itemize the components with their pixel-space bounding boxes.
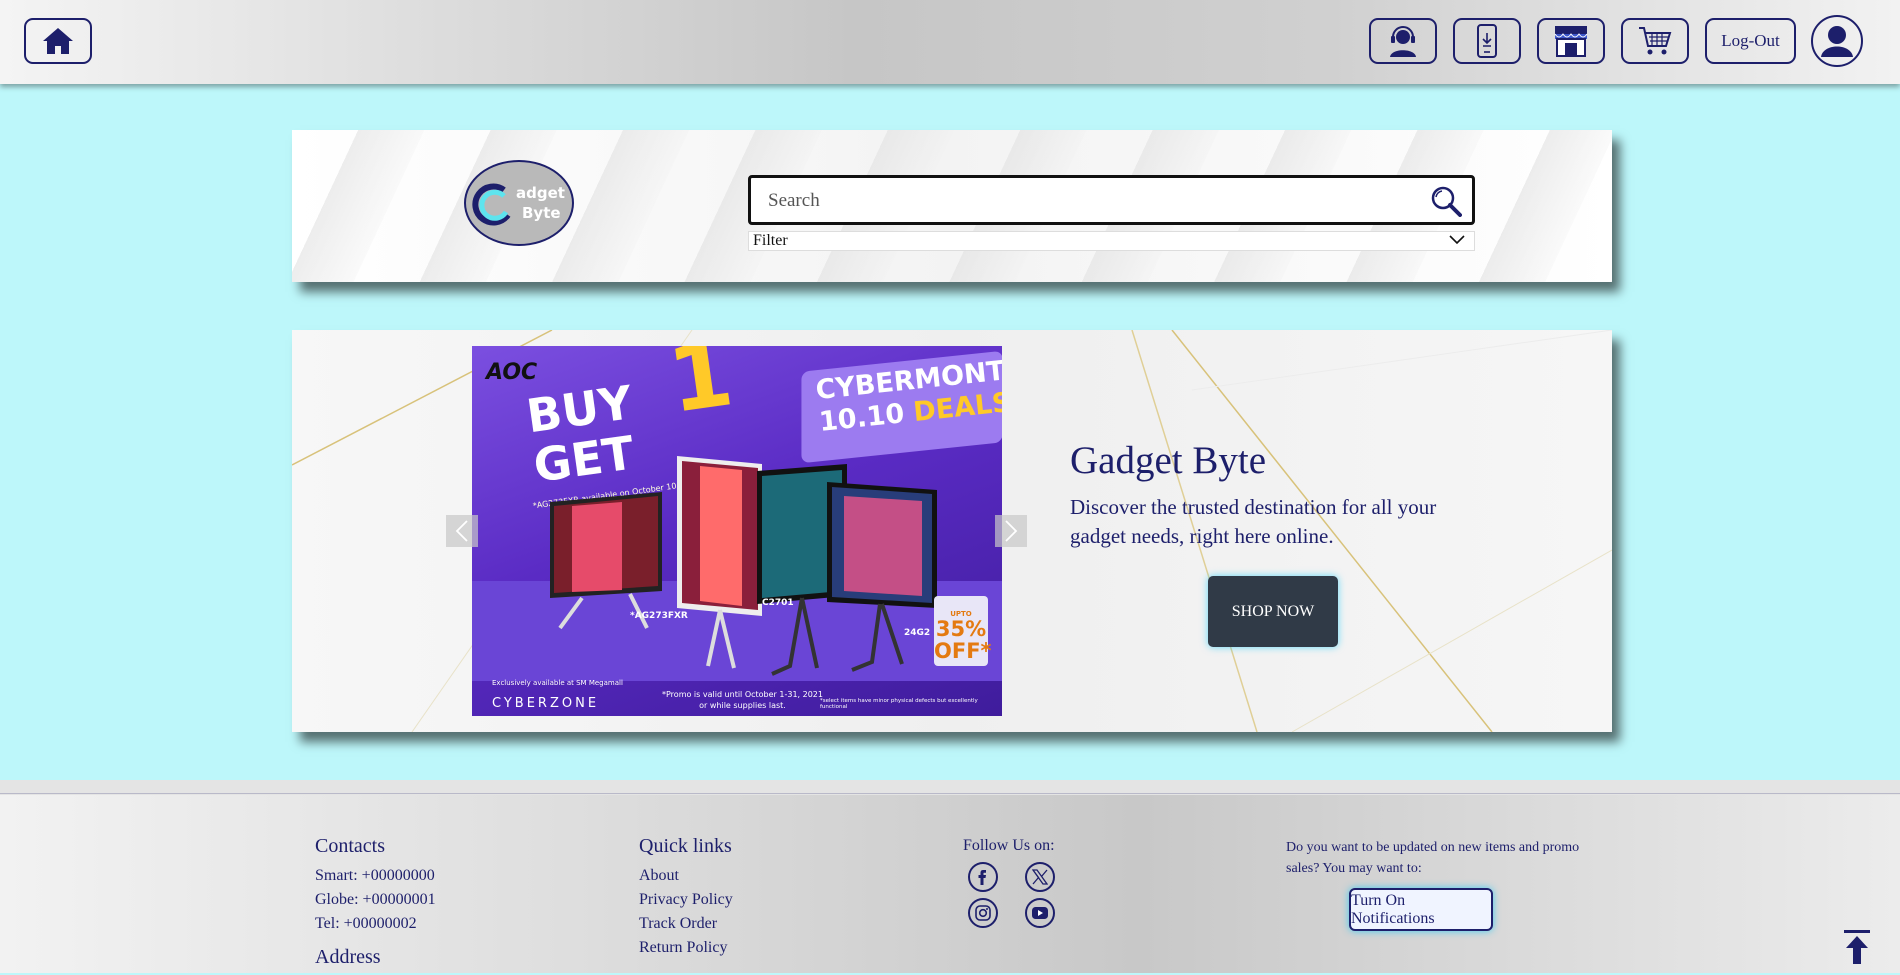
- contact-tel: Tel: +00000002: [315, 915, 417, 932]
- home-button[interactable]: [24, 18, 92, 64]
- chevron-down-icon: [1449, 235, 1465, 245]
- model-label-24g2: 24G2: [904, 628, 931, 638]
- footer-quick-links: Quick links About Privacy Policy Track O…: [639, 835, 733, 960]
- hero-description: Discover the trusted destination for all…: [1070, 495, 1437, 548]
- x-icon[interactable]: [1025, 862, 1055, 892]
- search-input[interactable]: [766, 178, 1410, 224]
- user-avatar-icon: [1821, 26, 1853, 57]
- logo-g-mark: [472, 183, 511, 226]
- model-label-c2701: C2701: [762, 598, 794, 608]
- shop-now-button[interactable]: SHOP NOW: [1208, 576, 1338, 647]
- monitor-graphics: [472, 456, 1002, 681]
- link-return-policy[interactable]: Return Policy: [639, 936, 733, 960]
- banner-promo-valid: *Promo is valid until October 1-31, 2021…: [662, 689, 823, 711]
- quick-links-heading: Quick links: [639, 835, 732, 857]
- hero-section: AOC BUY GET 1 *AG273FXR available on Oct…: [292, 330, 1612, 732]
- carousel-prev-button[interactable]: [446, 515, 478, 547]
- logo-text-line1: adget: [516, 184, 565, 202]
- footer: Contacts Smart: +00000000 Globe: +000000…: [0, 780, 1900, 973]
- logo-text-line2: Byte: [522, 204, 561, 222]
- carousel-next-button[interactable]: [995, 515, 1027, 547]
- mobile-download-icon: [1477, 24, 1497, 58]
- promo-valid-line2: or while supplies last.: [699, 701, 786, 710]
- home-icon: [43, 28, 73, 54]
- cyberzone-logo-text: CYBERZONE: [492, 696, 600, 711]
- user-profile-button[interactable]: [1811, 15, 1863, 67]
- youtube-icon[interactable]: [1025, 898, 1055, 928]
- hero-title: Gadget Byte: [1070, 439, 1267, 482]
- turn-on-notifications-button[interactable]: Turn On Notifications: [1349, 888, 1493, 931]
- facebook-icon[interactable]: [968, 862, 998, 892]
- chevron-right-icon: [1005, 520, 1018, 542]
- scroll-to-top-icon[interactable]: [1842, 928, 1872, 966]
- link-track-order[interactable]: Track Order: [639, 912, 733, 936]
- badge-off: OFF*: [934, 639, 992, 663]
- shopping-cart-icon: [1639, 27, 1672, 55]
- support-agent-icon: [1390, 26, 1416, 57]
- filter-label: Filter: [753, 232, 788, 249]
- search-box: [748, 175, 1475, 225]
- address-heading: Address: [315, 946, 381, 968]
- support-button[interactable]: [1369, 18, 1437, 64]
- logout-button[interactable]: Log-Out: [1705, 18, 1796, 64]
- badge-value: 35%: [935, 617, 987, 641]
- notification-prompt: Do you want to be updated on new items a…: [1286, 840, 1580, 876]
- model-label-ag273fxr: *AG273FXR: [630, 611, 688, 621]
- search-icon[interactable]: [1430, 185, 1462, 217]
- instagram-icon[interactable]: [968, 898, 998, 928]
- link-privacy-policy[interactable]: Privacy Policy: [639, 888, 733, 912]
- banner-exclusive-text: Exclusively available at SM Megamall: [492, 679, 623, 687]
- promo-valid-line1: *Promo is valid until October 1-31, 2021: [662, 690, 823, 699]
- promo-banner-image[interactable]: AOC BUY GET 1 *AG273FXR available on Oct…: [472, 346, 1002, 716]
- link-about[interactable]: About: [639, 864, 733, 888]
- logout-label: Log-Out: [1721, 31, 1780, 50]
- discount-badge: UPTO 35% OFF*: [934, 596, 992, 666]
- contact-smart: Smart: +00000000: [315, 867, 435, 884]
- banner-disclaimer: *select items have minor physical defect…: [820, 698, 978, 710]
- contacts-heading: Contacts: [315, 835, 385, 857]
- chevron-left-icon: [455, 520, 468, 542]
- store-icon: [1554, 26, 1588, 57]
- follow-heading: Follow Us on:: [963, 837, 1055, 854]
- gadget-byte-logo[interactable]: adget Byte: [464, 160, 574, 246]
- cart-button[interactable]: [1621, 18, 1689, 64]
- search-panel: adget Byte Filter: [292, 130, 1612, 282]
- filter-dropdown[interactable]: Filter: [748, 231, 1475, 251]
- footer-contacts: Contacts Smart: +00000000 Globe: +000000…: [315, 835, 436, 975]
- top-nav-bar: Log-Out: [0, 0, 1900, 84]
- contact-globe: Globe: +00000001: [315, 891, 436, 908]
- download-app-button[interactable]: [1453, 18, 1521, 64]
- store-button[interactable]: [1537, 18, 1605, 64]
